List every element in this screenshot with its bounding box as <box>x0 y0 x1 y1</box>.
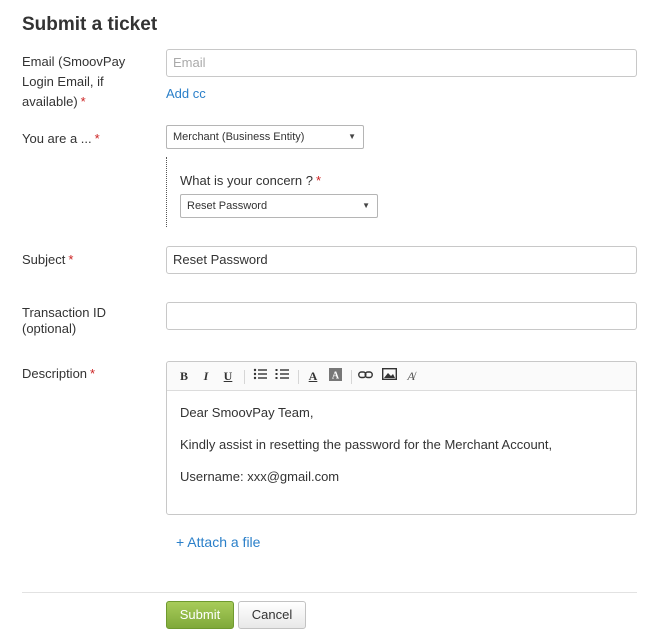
required-marker: * <box>94 131 100 146</box>
editor-line: Username: xxx@gmail.com <box>180 469 340 484</box>
concern-group <box>166 157 167 227</box>
cancel-button[interactable]: Cancel <box>238 601 306 629</box>
toolbar-separator <box>244 370 245 384</box>
email-label-text: Email (SmoovPay Login Email, if availabl… <box>22 54 126 109</box>
page-title: Submit a ticket <box>22 14 158 35</box>
required-marker: * <box>315 173 322 188</box>
editor-content[interactable]: Dear SmoovPay Team, Kindly assist in res… <box>167 391 636 515</box>
you-are-selected-value: Merchant (Business Entity) <box>173 131 305 143</box>
bold-icon[interactable]: B <box>176 368 192 384</box>
dropdown-arrow-icon: ▼ <box>348 132 356 141</box>
numbered-list-icon[interactable] <box>274 368 290 384</box>
editor-toolbar: B I U A A A̸ <box>167 362 636 391</box>
required-marker: * <box>80 94 86 109</box>
italic-icon[interactable]: I <box>198 368 214 384</box>
editor-line: Kindly assist in resetting the password … <box>180 437 553 452</box>
you-are-label: You are a ... * <box>22 131 157 147</box>
description-label: Description * <box>22 366 157 382</box>
description-label-text: Description <box>22 366 88 381</box>
email-field[interactable]: Email <box>166 49 637 77</box>
email-label: Email (SmoovPay Login Email, if availabl… <box>22 52 142 112</box>
concern-label: What is your concern ? * <box>180 173 380 189</box>
description-editor[interactable]: B I U A A A̸ Dear SmoovPay Team, Kindly … <box>166 361 637 515</box>
subject-label: Subject * <box>22 252 157 268</box>
clear-format-icon[interactable]: A̸ <box>403 368 419 384</box>
required-marker: * <box>90 366 96 381</box>
required-marker: * <box>68 252 74 267</box>
you-are-label-text: You are a ... <box>22 131 92 146</box>
toolbar-separator <box>298 370 299 384</box>
concern-label-text: What is your concern ? <box>180 173 313 188</box>
background-color-icon[interactable]: A <box>327 368 343 384</box>
font-color-icon[interactable]: A <box>305 368 321 384</box>
toolbar-separator <box>351 370 352 384</box>
editor-line: Dear SmoovPay Team, <box>180 405 314 420</box>
transaction-id-field[interactable] <box>166 302 637 330</box>
subject-field[interactable]: Reset Password <box>166 246 637 274</box>
add-cc-link[interactable]: Add cc <box>166 86 206 101</box>
subject-label-text: Subject <box>22 252 66 267</box>
transaction-id-label: Transaction ID (optional) <box>22 305 107 336</box>
svg-text:A: A <box>331 371 339 382</box>
you-are-select[interactable]: Merchant (Business Entity) ▼ <box>166 125 364 149</box>
concern-selected-value: Reset Password <box>187 200 268 212</box>
submit-button[interactable]: Submit <box>166 601 234 629</box>
underline-icon[interactable]: U <box>220 368 236 384</box>
attach-file-link[interactable]: + Attach a file <box>176 534 260 550</box>
form-divider <box>22 592 637 593</box>
dropdown-arrow-icon: ▼ <box>362 201 370 210</box>
bulleted-list-icon[interactable] <box>252 368 268 384</box>
image-icon[interactable] <box>381 367 397 384</box>
link-icon[interactable] <box>357 368 373 384</box>
concern-select[interactable]: Reset Password ▼ <box>180 194 378 218</box>
